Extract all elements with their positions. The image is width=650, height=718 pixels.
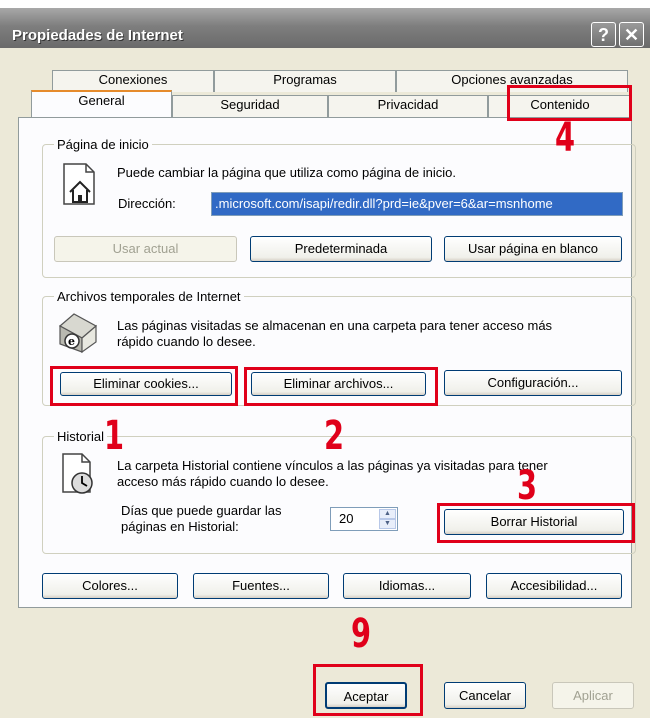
use-current-button[interactable]: Usar actual (54, 236, 237, 262)
close-button[interactable]: ✕ (619, 22, 644, 47)
cancel-button[interactable]: Cancelar (444, 682, 526, 709)
temp-files-description-line1: Las páginas visitadas se almacenan en un… (117, 318, 553, 333)
spin-up-icon[interactable]: ▲ (379, 509, 396, 519)
ie-folder-icon: e (56, 312, 100, 354)
default-button[interactable]: Predeterminada (250, 236, 432, 262)
history-clock-icon (60, 452, 98, 496)
svg-text:e: e (68, 335, 75, 348)
annotation-number-1: 1 (104, 413, 125, 459)
window-title: Propiedades de Internet (12, 27, 183, 44)
history-legend: Historial (54, 429, 107, 444)
temp-files-legend: Archivos temporales de Internet (54, 289, 244, 304)
history-description-line2: acceso más rápido cuando lo desee. (117, 474, 329, 489)
tab-general[interactable]: General (31, 90, 172, 118)
tab-conexiones[interactable]: Conexiones (52, 70, 214, 92)
address-input[interactable]: .microsoft.com/isapi/redir.dll?prd=ie&pv… (211, 192, 623, 216)
highlight-box-eliminar-cookies (50, 366, 238, 406)
annotation-number-4: 4 (555, 115, 576, 161)
annotation-number-9: 9 (351, 611, 372, 657)
help-button[interactable]: ? (591, 22, 616, 47)
accessibility-button[interactable]: Accesibilidad... (486, 573, 622, 599)
languages-button[interactable]: Idiomas... (343, 573, 471, 599)
spin-down-icon[interactable]: ▼ (379, 519, 396, 529)
tab-seguridad[interactable]: Seguridad (172, 95, 328, 118)
days-value: 20 (339, 511, 354, 526)
title-bar[interactable]: Propiedades de Internet ? ✕ (0, 8, 650, 48)
days-label-line2: páginas en Historial: (121, 519, 239, 534)
home-description: Puede cambiar la página que utiliza como… (117, 165, 456, 180)
apply-button[interactable]: Aplicar (552, 682, 634, 709)
tab-privacidad[interactable]: Privacidad (328, 95, 488, 118)
house-page-icon (60, 162, 100, 206)
blank-page-button[interactable]: Usar página en blanco (444, 236, 622, 262)
temp-files-description-line2: rápido cuando lo desee. (117, 334, 256, 349)
highlight-box-borrar-historial (437, 503, 635, 543)
days-label-line1: Días que puede guardar las (121, 503, 282, 518)
days-spinner[interactable]: 20 ▲ ▼ (330, 507, 398, 531)
settings-button[interactable]: Configuración... (444, 370, 622, 396)
highlight-box-aceptar (313, 664, 423, 716)
tab-programas[interactable]: Programas (214, 70, 396, 92)
annotation-number-3: 3 (517, 463, 538, 509)
home-page-legend: Página de inicio (54, 137, 152, 152)
annotation-number-2: 2 (324, 413, 345, 459)
history-description-line1: La carpeta Historial contiene vínculos a… (117, 458, 548, 473)
colors-button[interactable]: Colores... (42, 573, 178, 599)
address-label: Dirección: (118, 196, 176, 211)
fonts-button[interactable]: Fuentes... (193, 573, 329, 599)
highlight-box-eliminar-archivos (244, 367, 438, 406)
